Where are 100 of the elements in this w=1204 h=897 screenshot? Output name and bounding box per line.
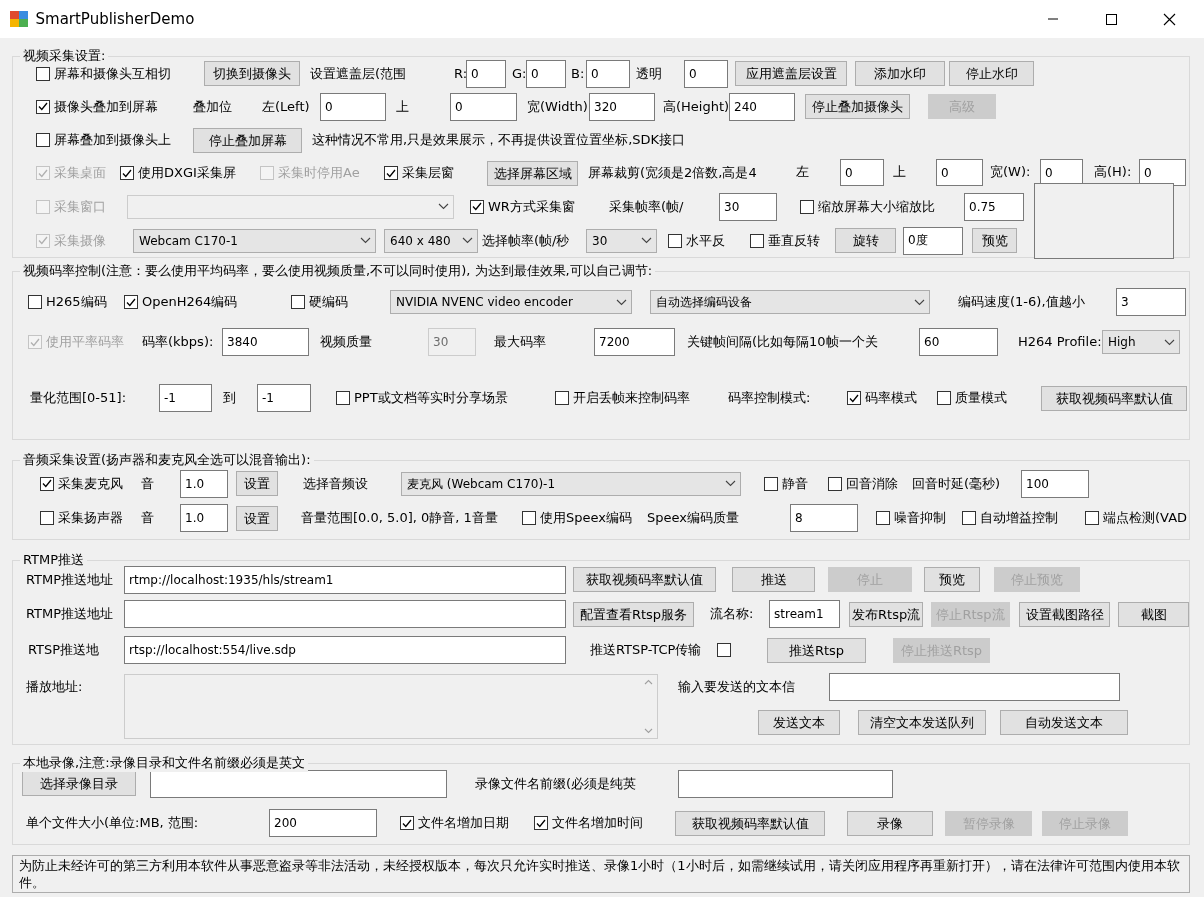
action-button[interactable]: 旋转 [835,228,896,253]
input-field[interactable]: 1.0 [180,469,228,498]
dropdown[interactable]: NVIDIA NVENC video encoder [390,290,632,314]
action-button[interactable]: 推送 [732,567,815,592]
checkbox[interactable] [522,511,536,525]
checkbox[interactable] [36,99,50,114]
field-label: B: [571,64,585,83]
checkbox[interactable] [937,391,951,405]
input-field[interactable]: 0 [684,59,728,88]
action-button[interactable]: 停止叠加摄像头 [805,94,910,119]
caret-icon [641,237,652,244]
input-field[interactable]: 3840 [222,328,309,356]
input-field[interactable]: 0 [840,159,884,186]
input-field[interactable]: rtsp://localhost:554/live.sdp [124,636,566,664]
input-field[interactable]: 7200 [594,328,675,356]
checkbox[interactable] [534,816,548,830]
checkbox[interactable] [36,66,50,81]
input-field[interactable]: 0 [1040,159,1083,186]
action-button[interactable]: 自动发送文本 [1000,710,1128,735]
checkbox[interactable] [40,476,54,491]
dropdown[interactable]: 自动选择编码设备 [650,290,930,314]
input-field[interactable] [150,769,447,798]
input-field[interactable]: 0度 [903,226,963,255]
action-button[interactable]: 预览 [972,228,1017,253]
input-field[interactable]: 3 [1116,288,1186,316]
action-button[interactable]: 录像 [847,810,933,836]
input-field[interactable] [124,600,566,628]
input-field[interactable]: rtmp://localhost:1935/hls/stream1 [124,565,566,594]
input-field[interactable]: 30 [719,192,777,221]
action-button[interactable]: 预览 [924,567,980,592]
action-button[interactable]: 配置查看Rtsp服务 [573,601,694,627]
dropdown[interactable]: 麦克风 (Webcam C170)-1 [401,471,741,496]
action-button[interactable]: 设置 [236,505,278,531]
input-field[interactable] [829,673,1120,701]
checkbox[interactable] [717,643,731,657]
input-field[interactable]: -1 [257,384,311,412]
action-button[interactable]: 应用遮盖层设置 [735,61,847,86]
checkbox[interactable] [750,233,764,248]
checkbox[interactable] [120,166,134,180]
maximize-icon[interactable] [1104,12,1118,26]
checkbox[interactable] [124,295,138,309]
checkbox[interactable] [28,295,42,309]
input-field[interactable]: 240 [729,92,795,121]
checkbox[interactable] [336,391,350,405]
action-button[interactable]: 停止叠加屏幕 [193,127,302,153]
action-button[interactable]: 停止水印 [949,61,1034,86]
input-field[interactable]: 1.0 [180,504,228,532]
checkbox[interactable] [384,166,398,180]
action-button[interactable]: 设置截图路径 [1019,601,1110,627]
action-button[interactable]: 添加水印 [855,61,945,86]
input-field[interactable]: 0 [586,59,630,88]
input-field[interactable] [678,769,893,798]
dropdown[interactable]: Webcam C170-1 [133,228,376,253]
input-field[interactable]: 100 [1021,469,1089,498]
checkbox[interactable] [962,511,976,525]
action-button[interactable]: 设置 [236,471,278,496]
checkbox[interactable] [470,199,484,214]
checkbox[interactable] [291,295,305,309]
input-field[interactable]: 0 [526,59,566,88]
action-button[interactable]: 切换到摄像头 [204,61,300,86]
input-field[interactable]: 200 [269,809,377,837]
action-button[interactable]: 获取视频码率默认值 [1041,385,1187,411]
checkbox-label: WR方式采集窗 [488,197,575,216]
action-button[interactable]: 发布Rtsp流 [849,601,923,627]
checkbox[interactable] [800,199,814,214]
action-button[interactable]: 选择录像目录 [22,771,136,796]
dropdown[interactable]: High [1102,330,1180,354]
input-field[interactable]: 0.75 [964,192,1024,221]
checkbox[interactable] [668,233,682,248]
checkbox[interactable] [828,476,842,491]
checkbox[interactable] [555,391,569,405]
checkbox[interactable] [40,511,54,525]
dropdown[interactable]: 30 [586,228,657,253]
action-button[interactable]: 获取视频码率默认值 [675,810,825,836]
checkbox[interactable] [847,391,861,405]
input-field[interactable]: stream1 [769,600,840,628]
field-label: 采集帧率(帧/ [609,197,685,216]
dropdown[interactable]: 640 x 480 [384,228,478,253]
checkbox[interactable] [764,476,778,491]
checkbox[interactable] [400,816,414,830]
action-button[interactable]: 清空文本发送队列 [858,710,986,735]
checkbox[interactable] [1085,511,1099,525]
input-field[interactable]: 0 [466,59,506,88]
checkbox[interactable] [36,133,50,147]
input-field[interactable]: 0 [450,92,517,121]
input-field[interactable]: -1 [159,384,212,412]
input-field[interactable]: 320 [589,92,655,121]
action-button[interactable]: 获取视频码率默认值 [573,567,716,592]
input-field[interactable]: 0 [1139,159,1186,186]
action-button[interactable]: 发送文本 [758,710,840,735]
action-button[interactable]: 选择屏幕区域 [487,160,578,186]
input-field[interactable]: 0 [936,159,983,186]
checkbox-label: 开启丢帧来控制码率 [573,389,690,408]
input-field[interactable]: 60 [919,328,998,356]
close-icon[interactable] [1162,12,1176,26]
action-button[interactable]: 截图 [1118,601,1189,627]
checkbox[interactable] [876,511,890,525]
action-button[interactable]: 推送Rtsp [767,637,866,663]
input-field[interactable]: 0 [320,92,386,121]
input-field[interactable]: 8 [790,504,858,532]
